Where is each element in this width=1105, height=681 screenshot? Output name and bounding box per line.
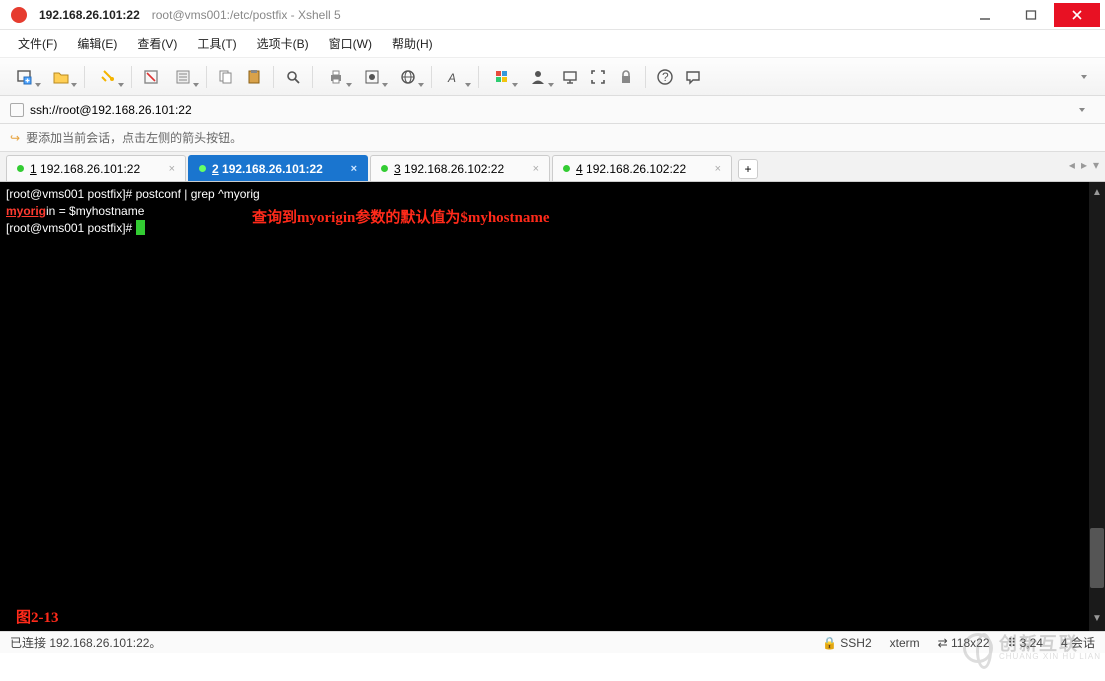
scroll-up-icon[interactable]: ▲ xyxy=(1092,182,1102,203)
hint-bar: ↪ 要添加当前会话，点击左侧的箭头按钮。 xyxy=(0,124,1105,152)
tab-label: 2 192.168.26.101:22 xyxy=(212,162,323,176)
address-bar: ssh://root@192.168.26.101:22 xyxy=(0,96,1105,124)
toolbar: A ? xyxy=(0,58,1105,96)
paste-button[interactable] xyxy=(241,64,267,90)
scroll-down-icon[interactable]: ▼ xyxy=(1092,608,1102,629)
address-text[interactable]: ssh://root@192.168.26.101:22 xyxy=(30,103,1063,117)
user-button[interactable] xyxy=(521,64,555,90)
tab-label: 1 192.168.26.101:22 xyxy=(30,162,140,176)
terminal-line: [root@vms001 postfix]# postconf | grep ^… xyxy=(6,186,1099,203)
menu-file[interactable]: 文件(F) xyxy=(10,31,65,56)
chat-button[interactable] xyxy=(680,64,706,90)
menu-bar: 文件(F) 编辑(E) 查看(V) 工具(T) 选项卡(B) 窗口(W) 帮助(… xyxy=(0,30,1105,58)
minimize-button[interactable] xyxy=(962,3,1008,27)
cursor-icon xyxy=(136,220,145,235)
toolbar-separator xyxy=(206,66,207,88)
font-button[interactable]: A xyxy=(438,64,472,90)
session-tab-2[interactable]: 2 192.168.26.101:22 × xyxy=(188,155,368,181)
watermark-text-en: CHUANG XIN HU LIAN xyxy=(999,653,1101,661)
toolbar-separator xyxy=(84,66,85,88)
close-tab-icon[interactable]: × xyxy=(351,163,357,175)
copy-button[interactable] xyxy=(213,64,239,90)
tab-list-icon[interactable]: ▾ xyxy=(1093,158,1099,172)
app-icon xyxy=(11,7,27,23)
window-title-main: 192.168.26.101:22 xyxy=(39,8,140,22)
session-tab-3[interactable]: 3 192.168.26.102:22 × xyxy=(370,155,550,181)
status-cursor-pos: ⠿ 3,24 xyxy=(1008,636,1043,650)
disconnect-button[interactable] xyxy=(138,64,164,90)
close-button[interactable] xyxy=(1054,3,1100,27)
tab-scroll-left-icon[interactable]: ◂ xyxy=(1069,158,1075,172)
toolbar-separator xyxy=(273,66,274,88)
add-arrow-icon[interactable]: ↪ xyxy=(10,131,20,145)
terminal[interactable]: [root@vms001 postfix]# postconf | grep ^… xyxy=(0,182,1105,631)
status-dot-icon xyxy=(199,165,206,172)
toolbar-overflow-button[interactable] xyxy=(1071,64,1097,90)
menu-edit[interactable]: 编辑(E) xyxy=(69,31,125,56)
status-dot-icon xyxy=(381,165,388,172)
hint-text: 要添加当前会话，点击左侧的箭头按钮。 xyxy=(26,129,242,146)
tab-label: 4 192.168.26.102:22 xyxy=(576,162,686,176)
menu-tools[interactable]: 工具(T) xyxy=(189,31,244,56)
annotation-text: 查询到myorigin参数的默认值为$myhostname xyxy=(252,210,550,227)
status-bar: 已连接 192.168.26.101:22。 🔒 SSH2 xterm ⇄ 11… xyxy=(0,631,1105,653)
new-tab-button[interactable]: + xyxy=(738,159,758,179)
open-button[interactable] xyxy=(44,64,78,90)
status-term-type: xterm xyxy=(890,636,920,650)
terminal-line: myorigin = $myhostname xyxy=(6,203,1099,220)
svg-text:?: ? xyxy=(662,70,669,84)
status-connection: 已连接 192.168.26.101:22。 xyxy=(10,634,161,651)
menu-help[interactable]: 帮助(H) xyxy=(384,31,441,56)
status-size: ⇄ 118x22 xyxy=(938,636,990,650)
status-dot-icon xyxy=(17,165,24,172)
host-button[interactable] xyxy=(557,64,583,90)
figure-label: 图2-13 xyxy=(16,610,59,627)
scroll-thumb[interactable] xyxy=(1090,528,1104,588)
tab-bar: 1 192.168.26.101:22 × 2 192.168.26.101:22… xyxy=(0,152,1105,182)
toolbar-separator xyxy=(312,66,313,88)
toolbar-separator xyxy=(645,66,646,88)
status-dot-icon xyxy=(563,165,570,172)
protocol-icon xyxy=(10,103,24,117)
tab-scroll-right-icon[interactable]: ▸ xyxy=(1081,158,1087,172)
terminal-line: [root@vms001 postfix]# xyxy=(6,220,1099,237)
lock-button[interactable] xyxy=(613,64,639,90)
find-button[interactable] xyxy=(280,64,306,90)
status-sessions: 4 会话 xyxy=(1061,634,1095,651)
address-overflow-button[interactable] xyxy=(1069,97,1095,123)
fullscreen-button[interactable] xyxy=(585,64,611,90)
title-bar: 192.168.26.101:22 root@vms001:/etc/postf… xyxy=(0,0,1105,30)
color-scheme-button[interactable] xyxy=(485,64,519,90)
menu-view[interactable]: 查看(V) xyxy=(129,31,185,56)
close-tab-icon[interactable]: × xyxy=(533,163,539,175)
close-tab-icon[interactable]: × xyxy=(715,163,721,175)
menu-tabs[interactable]: 选项卡(B) xyxy=(249,31,317,56)
maximize-button[interactable] xyxy=(1008,3,1054,27)
close-tab-icon[interactable]: × xyxy=(169,163,175,175)
print-button[interactable] xyxy=(319,64,353,90)
session-tab-1[interactable]: 1 192.168.26.101:22 × xyxy=(6,155,186,181)
language-button[interactable] xyxy=(391,64,425,90)
new-session-button[interactable] xyxy=(8,64,42,90)
terminal-scrollbar[interactable]: ▲ ▼ xyxy=(1089,182,1105,631)
session-tab-4[interactable]: 4 192.168.26.102:22 × xyxy=(552,155,732,181)
help-button[interactable]: ? xyxy=(652,64,678,90)
svg-text:A: A xyxy=(447,71,456,85)
status-protocol: 🔒 SSH2 xyxy=(822,636,872,650)
toolbar-separator xyxy=(431,66,432,88)
reconnect-button[interactable] xyxy=(91,64,125,90)
menu-window[interactable]: 窗口(W) xyxy=(321,31,380,56)
properties-button[interactable] xyxy=(166,64,200,90)
window-title-sub: root@vms001:/etc/postfix - Xshell 5 xyxy=(152,8,341,22)
toolbar-separator xyxy=(478,66,479,88)
toolbar-separator xyxy=(131,66,132,88)
session-properties-button[interactable] xyxy=(355,64,389,90)
tab-label: 3 192.168.26.102:22 xyxy=(394,162,504,176)
